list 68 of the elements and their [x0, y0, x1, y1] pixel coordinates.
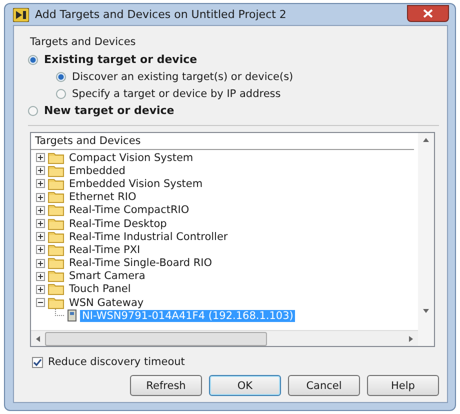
- horizontal-scrollbar[interactable]: [31, 330, 418, 346]
- radio-label: Existing target or device: [44, 53, 198, 66]
- folder-icon: [48, 152, 64, 164]
- radio-button[interactable]: [56, 88, 66, 98]
- expander-icon[interactable]: [36, 192, 45, 202]
- expander-icon[interactable]: [36, 272, 45, 281]
- radio-button[interactable]: [28, 106, 38, 116]
- expander-icon[interactable]: [36, 153, 45, 162]
- close-button[interactable]: [407, 4, 449, 22]
- expander-icon[interactable]: [36, 219, 45, 228]
- folder-icon: [48, 191, 64, 204]
- checkmark-icon: [33, 358, 42, 366]
- group-label: Targets and Devices: [30, 36, 137, 48]
- tree-item[interactable]: WSN Gateway: [67, 296, 146, 309]
- expander-icon[interactable]: [36, 298, 45, 308]
- tree-item[interactable]: Embedded: [67, 164, 128, 177]
- dialog-button[interactable]: Cancel: [288, 375, 360, 396]
- vertical-scrollbar[interactable]: [418, 133, 434, 346]
- expander-icon[interactable]: [36, 258, 45, 268]
- checkbox[interactable]: [32, 356, 43, 368]
- radio-button[interactable]: [28, 54, 38, 64]
- close-icon: [423, 8, 433, 18]
- expander-icon[interactable]: [36, 232, 45, 242]
- folder-icon: [48, 244, 64, 256]
- radio-button[interactable]: [56, 72, 66, 82]
- radio-option[interactable]: New target or device: [28, 102, 439, 119]
- tree-item[interactable]: Ethernet RIO: [67, 191, 138, 204]
- app-icon: [13, 8, 29, 22]
- device-icon: [67, 309, 77, 322]
- expander-icon[interactable]: [36, 166, 45, 176]
- scroll-right-icon[interactable]: [409, 336, 413, 342]
- checkbox-option[interactable]: Reduce discovery timeout: [32, 356, 439, 368]
- checkbox-label: Reduce discovery timeout: [48, 356, 185, 368]
- expander-icon[interactable]: [36, 206, 45, 215]
- folder-icon: [48, 296, 64, 309]
- folder-icon: [48, 230, 64, 243]
- scroll-up-icon[interactable]: [423, 138, 429, 142]
- folder-icon: [48, 283, 64, 296]
- window-title: Add Targets and Devices on Untitled Project 2: [35, 8, 288, 21]
- tree-item[interactable]: Touch Panel: [67, 283, 133, 296]
- tree-item[interactable]: Smart Camera: [67, 270, 148, 282]
- dialog-button[interactable]: Refresh: [130, 375, 202, 396]
- scroll-left-icon[interactable]: [36, 336, 40, 342]
- folder-icon: [48, 257, 64, 270]
- tree-item[interactable]: Real-Time PXI: [67, 244, 142, 256]
- tree-item[interactable]: Real-Time Industrial Controller: [67, 230, 230, 243]
- expander-icon[interactable]: [36, 245, 45, 254]
- expander-icon[interactable]: [36, 179, 45, 188]
- tree-item[interactable]: Embedded Vision System: [67, 178, 205, 190]
- tree-item[interactable]: Real-Time Single-Board RIO: [67, 257, 214, 270]
- expander-icon[interactable]: [36, 284, 45, 294]
- dialog-button[interactable]: OK: [209, 375, 281, 396]
- tree-item[interactable]: Real-Time Desktop: [67, 218, 169, 230]
- folder-icon: [48, 164, 64, 177]
- radio-label: New target or device: [44, 104, 174, 117]
- tree-item[interactable]: Real-Time CompactRIO: [67, 204, 192, 216]
- scrollbar-thumb[interactable]: [45, 332, 267, 346]
- scroll-down-icon[interactable]: [423, 309, 429, 313]
- folder-icon: [48, 204, 64, 216]
- tree-item[interactable]: Compact Vision System: [67, 152, 196, 164]
- column-header: Targets and Devices: [31, 133, 414, 150]
- folder-icon: [48, 218, 64, 230]
- radio-label: Discover an existing target(s) or device(s): [72, 70, 294, 82]
- radio-option[interactable]: Existing target or device: [28, 51, 439, 68]
- radio-label: Specify a target or device by IP address: [72, 88, 281, 100]
- dialog-button[interactable]: Help: [367, 375, 439, 396]
- folder-icon: [48, 270, 64, 282]
- folder-icon: [48, 178, 64, 190]
